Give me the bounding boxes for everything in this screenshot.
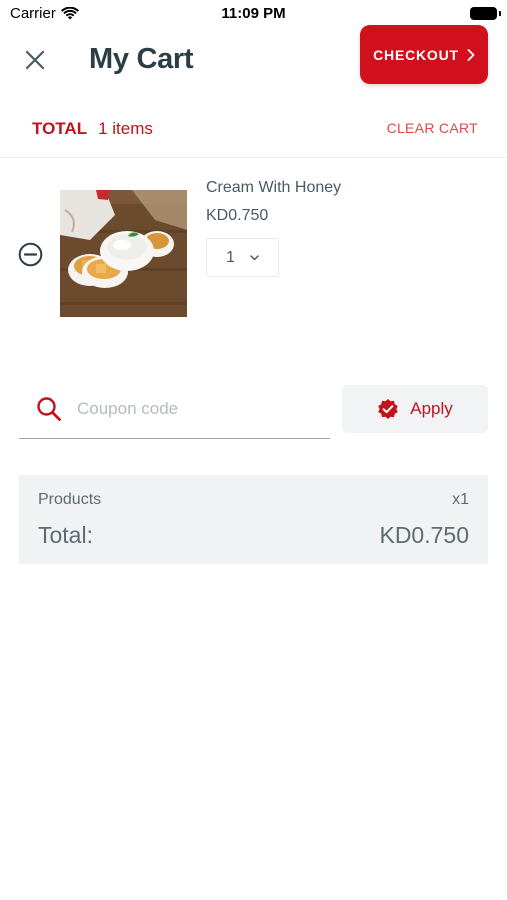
coupon-input[interactable] bbox=[77, 393, 322, 425]
chevron-down-icon bbox=[250, 254, 259, 260]
chevron-right-icon bbox=[467, 48, 475, 61]
products-label: Products bbox=[38, 491, 102, 508]
remove-item-button[interactable] bbox=[18, 242, 43, 267]
order-summary: Products x1 Total: KD0.750 bbox=[19, 475, 488, 564]
divider bbox=[0, 157, 507, 158]
summary-total-label: Total: bbox=[38, 522, 93, 548]
battery-icon bbox=[470, 7, 501, 20]
item-count: 1 items bbox=[98, 119, 153, 138]
summary-total-value: KD0.750 bbox=[379, 522, 469, 548]
page-title: My Cart bbox=[89, 43, 194, 75]
clear-cart-button[interactable]: CLEAR CART bbox=[387, 120, 478, 136]
status-bar: Carrier 11:09 PM bbox=[0, 0, 507, 28]
product-image[interactable] bbox=[60, 190, 187, 317]
checkout-label: CHECKOUT bbox=[373, 46, 459, 63]
products-count: x1 bbox=[452, 491, 469, 508]
checkout-button[interactable]: CHECKOUT bbox=[360, 25, 488, 84]
product-name: Cream With Honey bbox=[206, 179, 342, 196]
close-icon bbox=[25, 50, 45, 70]
close-button[interactable] bbox=[22, 47, 48, 73]
coupon-field bbox=[19, 385, 330, 439]
remove-circle-icon bbox=[18, 242, 43, 267]
status-time: 11:09 PM bbox=[221, 5, 286, 22]
apply-coupon-button[interactable]: Apply bbox=[342, 385, 488, 433]
cart-total-row: TOTAL 1 items bbox=[32, 119, 153, 139]
total-label: TOTAL bbox=[32, 119, 88, 138]
quantity-select[interactable]: 1 bbox=[206, 238, 279, 277]
verified-badge-icon bbox=[378, 399, 399, 419]
product-price: KD0.750 bbox=[206, 207, 269, 224]
search-icon bbox=[37, 397, 61, 421]
apply-label: Apply bbox=[410, 399, 453, 418]
quantity-value: 1 bbox=[226, 248, 235, 266]
